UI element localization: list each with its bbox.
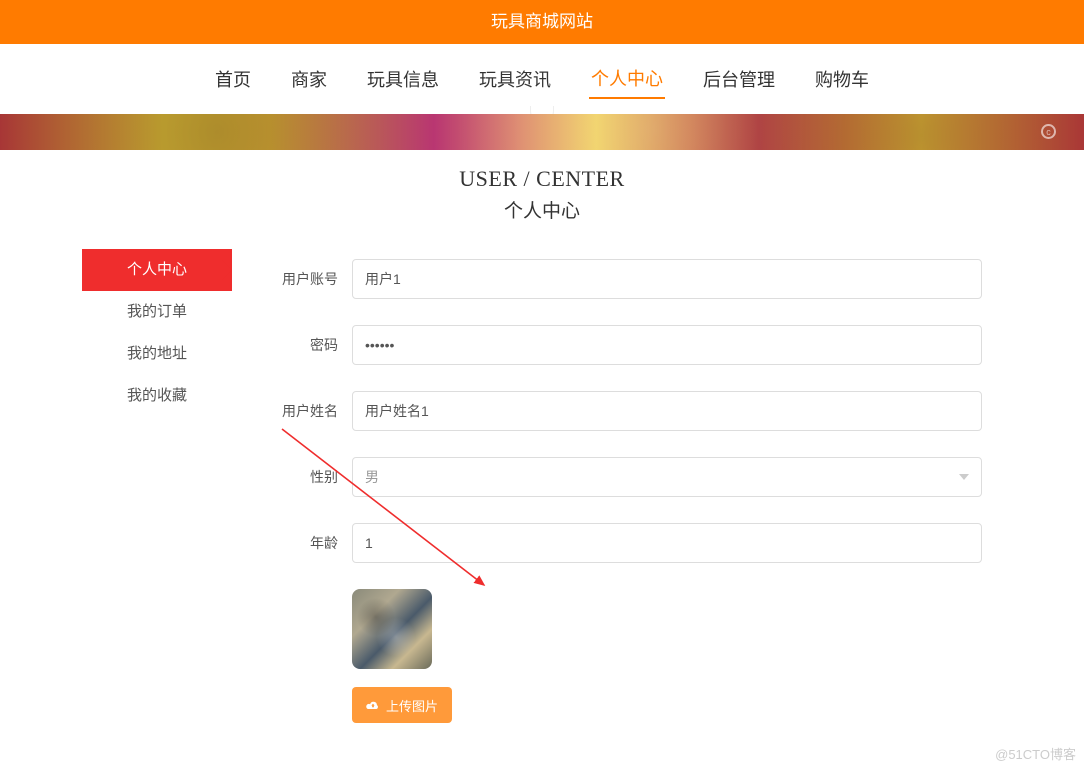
label-password: 密码 xyxy=(272,335,352,355)
input-realname[interactable] xyxy=(352,391,982,431)
chevron-down-icon xyxy=(959,474,969,485)
nav-merchant[interactable]: 商家 xyxy=(289,60,329,98)
avatar-image xyxy=(352,589,432,669)
label-username: 用户账号 xyxy=(272,269,352,289)
profile-form: 用户账号 密码 用户姓名 性别 男 年龄 xyxy=(232,249,1002,723)
input-age[interactable] xyxy=(352,523,982,563)
row-gender: 性别 男 xyxy=(272,457,982,497)
nav-toy-info[interactable]: 玩具信息 xyxy=(365,60,441,98)
site-title: 玩具商城网站 xyxy=(491,12,593,31)
page-title-cn: 个人中心 xyxy=(82,196,1002,223)
row-username: 用户账号 xyxy=(272,259,982,299)
nav-home[interactable]: 首页 xyxy=(213,60,253,98)
upload-button-label: 上传图片 xyxy=(386,696,438,715)
upload-button[interactable]: 上传图片 xyxy=(352,687,452,723)
site-header: 玩具商城网站 xyxy=(0,0,1084,44)
row-password: 密码 xyxy=(272,325,982,365)
label-gender: 性别 xyxy=(272,467,352,487)
select-gender[interactable]: 男 xyxy=(352,457,982,497)
nav-toy-news[interactable]: 玩具资讯 xyxy=(477,60,553,98)
input-username[interactable] xyxy=(352,259,982,299)
nav-user-center[interactable]: 个人中心 xyxy=(589,59,665,99)
page-title-en: USER / CENTER xyxy=(82,166,1002,192)
sidebar-item-profile[interactable]: 个人中心 xyxy=(82,249,232,291)
label-realname: 用户姓名 xyxy=(272,401,352,421)
sidebar: 个人中心 我的订单 我的地址 我的收藏 xyxy=(82,249,232,723)
sidebar-item-address[interactable]: 我的地址 xyxy=(82,333,232,375)
main-nav: 首页 商家 玩具信息 玩具资讯 个人中心 后台管理 购物车 xyxy=(0,44,1084,114)
page-body: USER / CENTER 个人中心 个人中心 我的订单 我的地址 我的收藏 用… xyxy=(82,150,1002,723)
sidebar-item-favorites[interactable]: 我的收藏 xyxy=(82,375,232,417)
row-age: 年龄 xyxy=(272,523,982,563)
input-password[interactable] xyxy=(352,325,982,365)
label-age: 年龄 xyxy=(272,533,352,553)
nav-admin[interactable]: 后台管理 xyxy=(701,60,777,98)
row-avatar xyxy=(272,589,982,669)
row-realname: 用户姓名 xyxy=(272,391,982,431)
nav-cart[interactable]: 购物车 xyxy=(813,60,871,98)
banner-image: c xyxy=(0,114,1084,150)
cloud-upload-icon xyxy=(366,700,380,710)
select-gender-value: 男 xyxy=(365,467,379,487)
banner-watermark-icon: c xyxy=(1041,124,1056,139)
content-wrap: 个人中心 我的订单 我的地址 我的收藏 用户账号 密码 用户姓名 性别 男 xyxy=(82,249,1002,723)
sidebar-item-orders[interactable]: 我的订单 xyxy=(82,291,232,333)
watermark: @51CTO博客 xyxy=(995,744,1076,763)
